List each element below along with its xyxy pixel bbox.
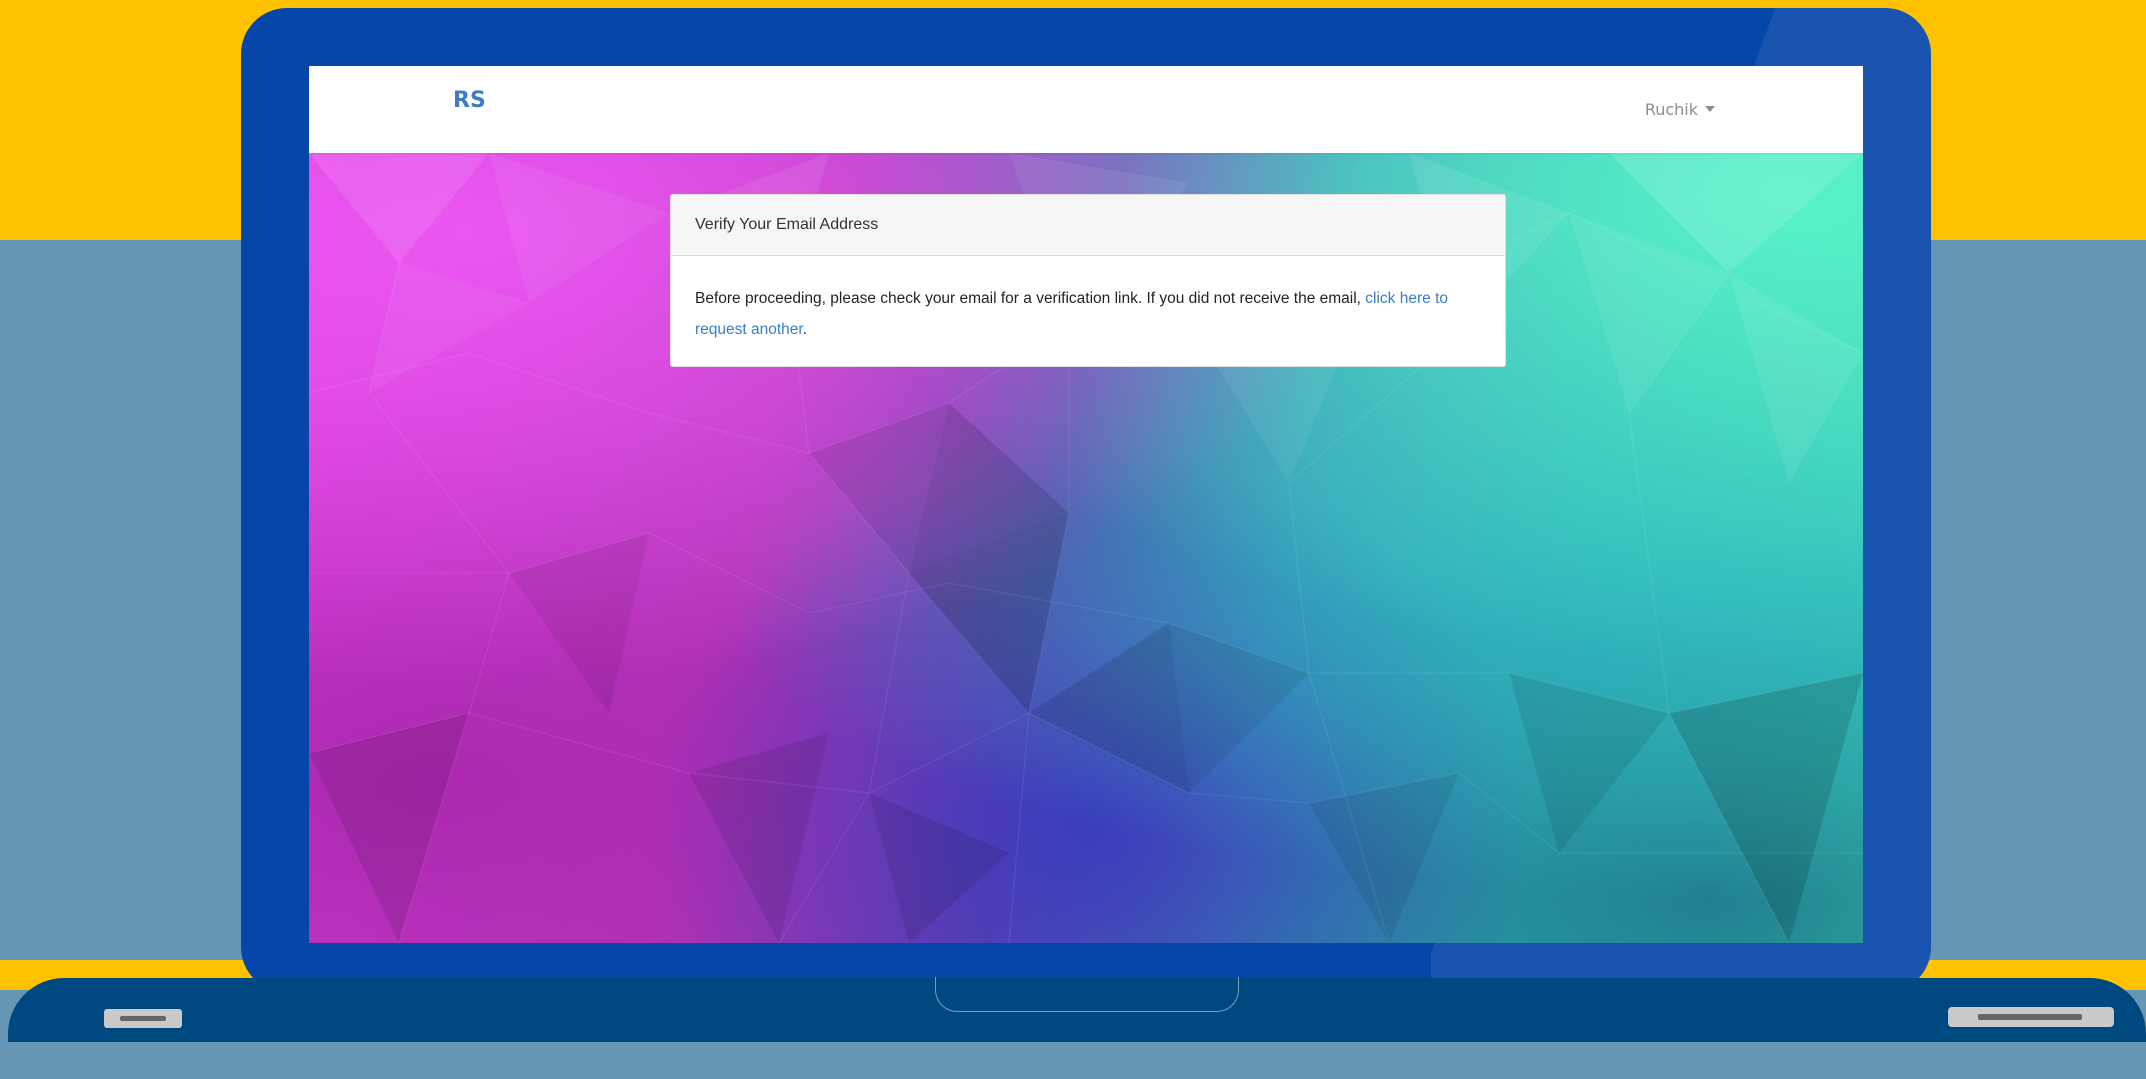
left-port-icon (104, 1009, 182, 1028)
browser-viewport: RS Ruchik Verify Your Email Address Befo… (309, 66, 1863, 943)
laptop-screen-frame: RS Ruchik Verify Your Email Address Befo… (241, 8, 1931, 993)
user-name: Ruchik (1644, 100, 1698, 119)
top-navbar: RS Ruchik (309, 66, 1863, 153)
brand-logo-link[interactable]: RS (453, 88, 486, 113)
right-port-icon (1948, 1007, 2114, 1027)
card-header: Verify Your Email Address (671, 195, 1505, 256)
trailing-period: . (802, 321, 808, 338)
caret-down-icon (1705, 105, 1715, 112)
verification-message: Before proceeding, please check your ema… (695, 290, 1366, 307)
verify-email-card: Verify Your Email Address Before proceed… (670, 194, 1506, 367)
laptop-trackpad-notch (935, 977, 1239, 1012)
card-body: Before proceeding, please check your ema… (671, 256, 1505, 345)
user-dropdown[interactable]: Ruchik (1645, 100, 1715, 119)
laptop-base-lower (20, 1042, 2136, 1079)
